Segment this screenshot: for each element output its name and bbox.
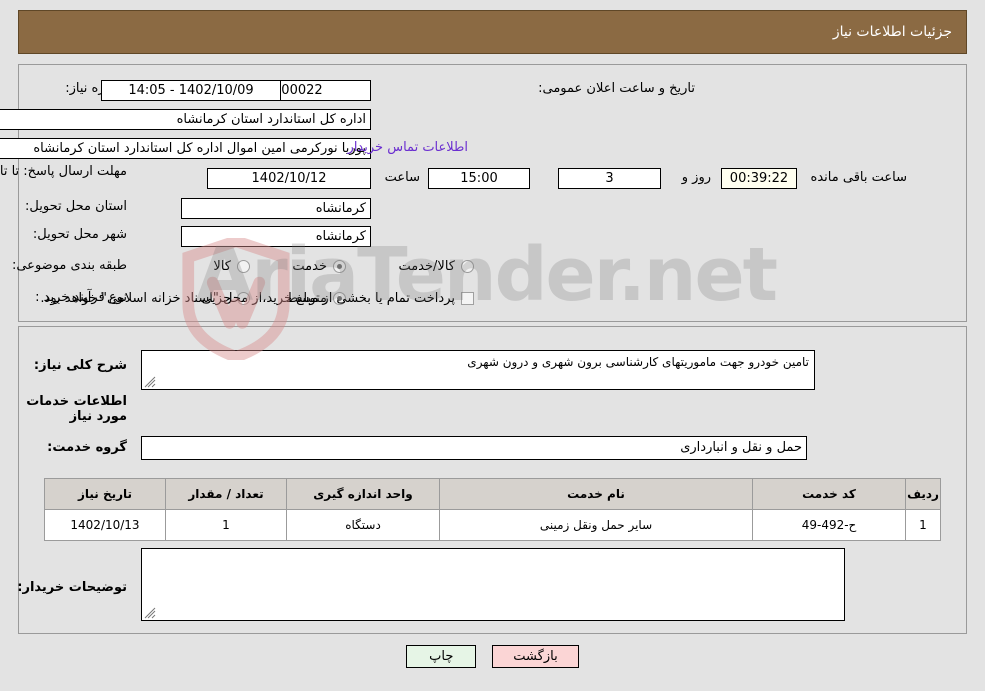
category-option-goods-label: کالا bbox=[213, 259, 231, 274]
category-label: طبقه بندی موضوعی: bbox=[11, 258, 127, 273]
deadline-time-value: 15:00 bbox=[428, 168, 530, 189]
buyer-org-value: اداره کل استاندارد استان کرمانشاه bbox=[0, 109, 371, 130]
col-index: ردیف bbox=[905, 478, 941, 510]
radio-goods-icon[interactable] bbox=[237, 260, 250, 273]
radio-goods-service-icon[interactable] bbox=[461, 260, 474, 273]
days-word-label: روز و bbox=[681, 170, 711, 185]
general-description-textarea[interactable]: تامین خودرو جهت ماموریتهای کارشناسی برون… bbox=[141, 350, 815, 390]
service-group-value: حمل و نقل و انبارداری bbox=[141, 436, 807, 460]
cell-need-date: 1402/10/13 bbox=[44, 509, 166, 541]
cell-unit: دستگاه bbox=[286, 509, 440, 541]
treasury-docs-checkbox-row[interactable]: پرداخت تمام یا بخشی از مبلغ خرید،از محل … bbox=[40, 291, 474, 306]
remaining-suffix-label: ساعت باقی مانده bbox=[810, 170, 907, 185]
treasury-docs-checkbox-label: پرداخت تمام یا بخشی از مبلغ خرید،از محل … bbox=[40, 291, 455, 306]
delivery-province-label: استان محل تحویل: bbox=[25, 199, 127, 214]
deadline-date-value: 1402/10/12 bbox=[207, 168, 371, 189]
delivery-city-label: شهر محل تحویل: bbox=[32, 227, 127, 242]
category-option-goods-service[interactable]: کالا/خدمت bbox=[398, 259, 474, 274]
category-option-service[interactable]: خدمت bbox=[292, 259, 346, 274]
col-need-date: تاریخ نیاز bbox=[44, 478, 166, 510]
buyer-notes-textarea[interactable] bbox=[141, 548, 845, 621]
category-option-goods[interactable]: کالا bbox=[213, 259, 250, 274]
countdown-timer-value: 00:39:22 bbox=[721, 168, 797, 189]
col-service-code: کد خدمت bbox=[752, 478, 906, 510]
general-description-label: شرح کلی نیاز: bbox=[33, 358, 127, 373]
cell-quantity: 1 bbox=[165, 509, 287, 541]
col-unit: واحد اندازه گیری bbox=[286, 478, 440, 510]
table-row[interactable]: 1 ح-492-49 سایر حمل ونقل زمینی دستگاه 1 … bbox=[44, 509, 941, 541]
hour-label: ساعت bbox=[384, 170, 420, 185]
category-option-service-label: خدمت bbox=[292, 259, 327, 274]
cell-service-code: ح-492-49 bbox=[752, 509, 906, 541]
table-header-row: ردیف کد خدمت نام خدمت واحد اندازه گیری ت… bbox=[44, 478, 941, 510]
print-button[interactable]: چاپ bbox=[406, 645, 477, 668]
resize-handle-icon[interactable] bbox=[144, 607, 156, 619]
category-option-goods-service-label: کالا/خدمت bbox=[398, 259, 455, 274]
services-table: ردیف کد خدمت نام خدمت واحد اندازه گیری ت… bbox=[44, 478, 941, 541]
page-header: جزئیات اطلاعات نیاز bbox=[18, 10, 967, 54]
delivery-province-value: کرمانشاه bbox=[181, 198, 371, 219]
page-title: جزئیات اطلاعات نیاز bbox=[832, 24, 952, 40]
cell-service-name: سایر حمل ونقل زمینی bbox=[439, 509, 753, 541]
treasury-docs-checkbox-icon[interactable] bbox=[461, 292, 474, 305]
public-announce-label: تاریخ و ساعت اعلان عمومی: bbox=[538, 81, 695, 96]
days-remaining-value: 3 bbox=[558, 168, 661, 189]
deadline-label: مهلت ارسال پاسخ: تا تاریخ: bbox=[0, 164, 127, 179]
need-info-panel bbox=[18, 64, 967, 322]
requester-value: پوریا نورکرمی امین اموال اداره کل استاند… bbox=[0, 138, 371, 159]
resize-handle-icon[interactable] bbox=[144, 376, 156, 388]
back-button[interactable]: بازگشت bbox=[492, 645, 579, 668]
col-quantity: تعداد / مقدار bbox=[165, 478, 287, 510]
services-section-heading: اطلاعات خدمات مورد نیاز bbox=[26, 394, 127, 424]
delivery-city-value: کرمانشاه bbox=[181, 226, 371, 247]
service-group-label: گروه خدمت: bbox=[47, 440, 127, 455]
buyer-notes-label: توضیحات خریدار: bbox=[17, 580, 127, 595]
buyer-contact-link[interactable]: اطلاعات تماس خریدار bbox=[348, 140, 468, 155]
col-service-name: نام خدمت bbox=[439, 478, 753, 510]
general-description-value: تامین خودرو جهت ماموریتهای کارشناسی برون… bbox=[467, 355, 809, 369]
cell-index: 1 bbox=[905, 509, 941, 541]
radio-service-icon[interactable] bbox=[333, 260, 346, 273]
public-announce-value: 1402/10/09 - 14:05 bbox=[101, 80, 281, 101]
footer-button-bar: بازگشت چاپ bbox=[0, 645, 985, 668]
